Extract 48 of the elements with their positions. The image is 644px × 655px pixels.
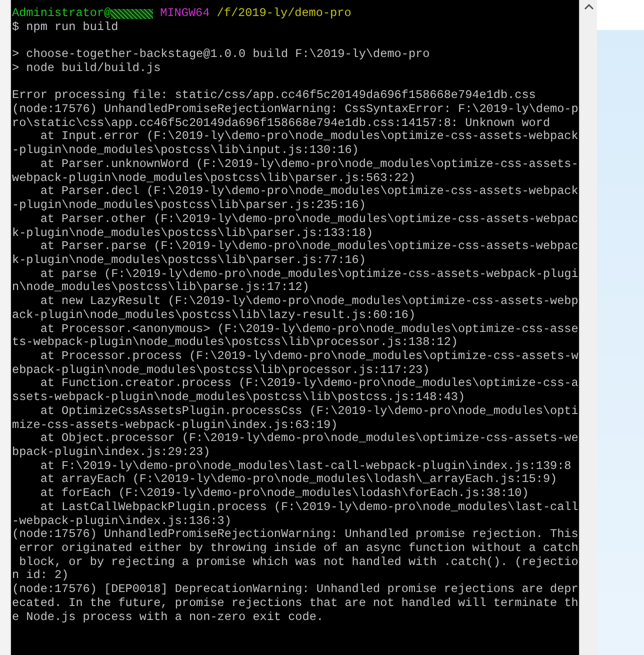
output-line: e Node.js process with a non-zero exit code. [12, 610, 324, 624]
output-line: (node:17576) [DEP0018] DeprecationWarning: Unhandled promise rejections are depr [12, 583, 578, 597]
output-line: at OptimizeCssAssetsPlugin.processCss (F:\2019-ly\demo-pro\node_modules\opti [39, 404, 578, 419]
output-line: ro\static\css\app.cc46f5c20149da696f158668e794e1db.css:14157:8: Unknown word [12, 116, 550, 130]
output-line: at Parser.unknownWord (F:\2019-ly\demo-pro\node_modules\optimize-css-assets- [39, 158, 578, 172]
output-line: bpack-plugin\index.js:29:23) [12, 446, 210, 460]
output-line: at Parser.other (F:\2019-ly\demo-pro\node_modules\optimize-css-assets-webpac [39, 212, 578, 226]
output-line: at F:\2019-ly\demo-pro\node_modules\last-call-webpack-plugin\index.js:139:8 [39, 460, 572, 474]
output-line: at Object.processor (F:\2019-ly\demo-pro\node_modules\optimize-css-assets-we [39, 432, 578, 446]
output-line: at Function.creator.process (F:\2019-ly\demo-pro\node_modules\optimize-css-a [39, 377, 578, 392]
output-line: (node:17576) UnhandledPromiseRejectionWarning: CssSyntaxError: F:\2019-ly\demo-p [12, 103, 578, 117]
scroll-up-icon[interactable] [584, 4, 594, 10]
prompt-shell: MINGW64 [160, 7, 210, 21]
redaction-mark [111, 8, 154, 19]
output-line: > choose-together-backstage@1.0.0 build F:\2019-ly\demo-pro [12, 48, 430, 62]
output-line: -plugin\node_modules\postcss\lib\parser.js:235:16) [12, 199, 366, 213]
prompt-path: /f/2019-ly/demo-pro [216, 7, 352, 21]
scrollbar[interactable] [579, 0, 597, 655]
output-line: at Processor.<anonymous> (F:\2019-ly\demo-pro\node_modules\optimize-css-asse [39, 322, 578, 336]
output-line: n id: 2) [12, 569, 69, 584]
output-line: error originated either by throwing inside of an async function without a catch [18, 542, 578, 556]
output-line: at parse (F:\2019-ly\demo-pro\node_modules\optimize-css-assets-webpack-plugi [39, 268, 578, 282]
output-line: Error processing file: static/css/app.cc46f5c20149da696f158668e794e1db.css [12, 89, 536, 104]
output-line: -plugin\node_modules\postcss\lib\input.js:130:16) [12, 144, 359, 158]
output-line: at forEach (F:\2019-ly\demo-pro\node_modules\lodash\forEach.js:38:10) [39, 487, 529, 501]
prompt-user: Administrator@ [12, 7, 112, 21]
output-line: k-plugin\node_modules\postcss\lib\parser.js:77:16) [12, 254, 366, 268]
output-line: at Parser.decl (F:\2019-ly\demo-pro\node_modules\optimize-css-assets-webpack [39, 185, 578, 200]
output-line: at Parser.parse (F:\2019-ly\demo-pro\node_modules\optimize-css-assets-webpac [39, 240, 578, 254]
output-line: block, or by rejecting a promise which was not handled with .catch(). (rejectio [18, 556, 578, 570]
output-line: mize-css-assets-webpack-plugin\index.js:63:19) [12, 418, 338, 432]
output-line: ack-plugin\node_modules\postcss\lib\lazy-result.js:60:16) [12, 308, 416, 323]
command-line: $ npm run build [12, 20, 118, 34]
output-line: ssets-webpack-plugin\node_modules\postcss\lib\postcss.js:148:43) [12, 391, 466, 405]
output-line: ecated. In the future, promise rejections that are not handled will terminate th [12, 596, 578, 611]
output-line: ebpack-plugin\node_modules\postcss\lib\processor.js:117:23) [12, 364, 430, 378]
output-line: n\node_modules\postcss\lib\parse.js:17:12) [12, 281, 310, 296]
output-line: at LastCallWebpackPlugin.process (F:\2019-ly\demo-pro\node_modules\last-call [39, 500, 578, 515]
output-line: at Input.error (F:\2019-ly\demo-pro\node_modules\optimize-css-assets-webpack [39, 130, 578, 144]
output-line: (node:17576) UnhandledPromiseRejectionWarning: Unhandled promise rejection. This [12, 528, 578, 542]
output-line: webpack-plugin\node_modules\postcss\lib\parser.js:563:22) [12, 172, 416, 186]
output-line: at new LazyResult (F:\2019-ly\demo-pro\node_modules\optimize-css-assets-webp [39, 295, 578, 309]
output-line: > node build/build.js [12, 62, 161, 76]
output-line: k-plugin\node_modules\postcss\lib\parser.js:133:18) [12, 226, 374, 240]
output-line: -webpack-plugin\index.js:136:3) [12, 514, 232, 528]
output-line: at Processor.process (F:\2019-ly\demo-pro\node_modules\optimize-css-assets-w [39, 350, 578, 364]
output-line: ts-webpack-plugin\node_modules\postcss\lib\processor.js:138:12) [12, 336, 458, 350]
output-line: at arrayEach (F:\2019-ly\demo-pro\node_modules\lodash\_arrayEach.js:15:9) [39, 473, 558, 488]
